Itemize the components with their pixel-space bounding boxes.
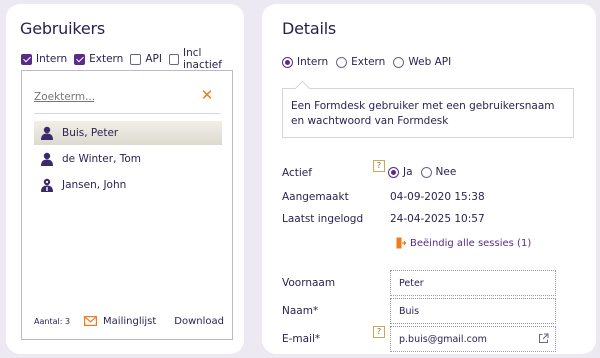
user-list-item[interactable]: Jansen, John	[34, 173, 222, 197]
checkbox-checked-icon	[74, 53, 86, 65]
user-type-webapi-radio[interactable]: Web API	[393, 56, 451, 68]
actief-ja-label: Ja	[403, 166, 413, 178]
user-icon	[41, 152, 53, 166]
list-footer: Aantal: 3 Mailinglijst Download	[22, 311, 234, 331]
user-key-icon	[41, 178, 53, 192]
radio-selected-icon	[388, 166, 399, 178]
user-type-extern-label: Extern	[351, 56, 386, 68]
user-type-radio-group: Intern Extern Web API	[282, 56, 459, 68]
naam-label: Naam*	[282, 305, 319, 317]
search-input[interactable]	[34, 91, 94, 103]
laatst-ingelogd-value: 24-04-2025 10:57	[390, 213, 485, 225]
user-type-webapi-label: Web API	[408, 56, 452, 68]
user-list-box: ✕ Buis, Peter de Winter, Tom Jansen,	[21, 70, 233, 340]
email-label: E-mail*	[282, 333, 321, 345]
filter-intern-checkbox[interactable]: Intern	[21, 53, 67, 65]
filter-extern-checkbox[interactable]: Extern	[74, 53, 123, 65]
actief-ja-radio[interactable]: Ja	[388, 166, 413, 178]
user-filters: Intern Extern API Incl inactief	[21, 47, 244, 71]
laatst-ingelogd-label: Laatst ingelogd	[282, 213, 364, 225]
actief-radio-group: Ja Nee	[388, 166, 464, 178]
filter-inactive-label: Incl inactief	[182, 47, 222, 71]
voornaam-field[interactable]: Peter	[390, 270, 556, 296]
user-type-intern-radio[interactable]: Intern	[282, 56, 328, 68]
envelope-icon	[84, 316, 98, 326]
external-link-icon[interactable]	[538, 333, 549, 344]
radio-unselected-icon	[420, 166, 432, 178]
filter-extern-label: Extern	[89, 53, 124, 65]
naam-value: Buis	[399, 305, 420, 317]
email-value: p.buis@gmail.com	[399, 333, 487, 345]
users-panel-title: Gebruikers	[20, 19, 106, 38]
user-name: Buis, Peter	[62, 127, 119, 139]
checkbox-checked-icon	[21, 53, 32, 65]
radio-unselected-icon	[393, 56, 405, 68]
user-list-item[interactable]: de Winter, Tom	[34, 147, 222, 171]
radio-selected-icon	[282, 56, 293, 68]
naam-field[interactable]: Buis	[390, 298, 556, 324]
aangemaakt-value: 04-09-2020 15:38	[390, 191, 485, 203]
actief-label: Actief	[282, 167, 312, 179]
user-count: Aantal: 3	[34, 316, 71, 326]
aangemaakt-label: Aangemaakt	[282, 191, 349, 203]
download-button[interactable]: Download	[174, 316, 224, 327]
end-sessions-label: Beëindig alle sessies (1)	[410, 237, 532, 249]
end-sessions-link[interactable]: Beëindig alle sessies (1)	[396, 237, 531, 249]
checkbox-unchecked-icon	[130, 53, 142, 65]
filter-inactive-checkbox[interactable]: Incl inactief	[168, 47, 237, 71]
mailinglist-label: Mailinglijst	[103, 315, 157, 327]
close-icon[interactable]: ✕	[200, 88, 214, 103]
divider	[34, 113, 220, 114]
mailinglist-button[interactable]: Mailinglijst	[84, 316, 156, 327]
details-panel-title: Details	[282, 19, 337, 38]
user-type-description: Een Formdesk gebruiker met een gebruiker…	[282, 88, 574, 138]
user-type-extern-radio[interactable]: Extern	[336, 56, 385, 68]
filter-intern-label: Intern	[36, 53, 68, 65]
user-type-intern-label: Intern	[297, 56, 329, 68]
user-name: Jansen, John	[62, 179, 127, 191]
filter-api-label: API	[145, 53, 162, 65]
user-list-item[interactable]: Buis, Peter	[34, 121, 222, 145]
user-icon	[41, 126, 53, 140]
users-panel: Gebruikers Intern Extern API Incl inacti…	[6, 4, 244, 354]
checkbox-unchecked-icon	[168, 53, 179, 65]
voornaam-label: Voornaam	[282, 277, 336, 289]
help-icon[interactable]: ?	[373, 326, 385, 338]
user-name: de Winter, Tom	[62, 153, 142, 165]
email-field[interactable]: p.buis@gmail.com	[390, 326, 556, 352]
actief-nee-radio[interactable]: Nee	[420, 166, 457, 178]
radio-unselected-icon	[336, 56, 348, 68]
logout-icon	[396, 237, 406, 249]
filter-api-checkbox[interactable]: API	[130, 53, 162, 65]
voornaam-value: Peter	[399, 277, 424, 289]
help-icon[interactable]: ?	[373, 160, 385, 172]
details-panel: Details Intern Extern Web API Een Formde…	[262, 4, 596, 354]
actief-nee-label: Nee	[435, 166, 457, 178]
